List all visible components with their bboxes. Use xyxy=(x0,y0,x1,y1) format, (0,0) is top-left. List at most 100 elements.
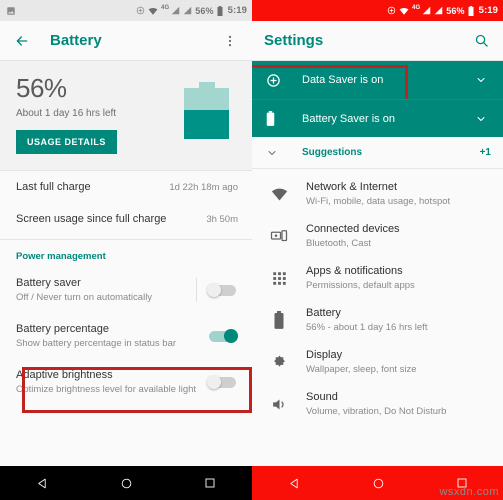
location-icon xyxy=(387,6,396,15)
settings-item-texts: Battery 56% - about 1 day 16 hrs left xyxy=(306,306,427,334)
nav-home-icon[interactable] xyxy=(120,477,133,490)
list-item-subtitle: Show battery percentage in status bar xyxy=(16,338,177,349)
left-nav-bar xyxy=(0,466,252,500)
section-title-power-management: Power management xyxy=(16,251,106,262)
cast-icon xyxy=(268,225,290,247)
battery-stats-list: Last full charge 1d 22h 18m ago Screen u… xyxy=(0,171,252,235)
settings-list: Network & Internet Wi-Fi, mobile, data u… xyxy=(252,169,503,425)
settings-item-subtitle: 56% - about 1 day 16 hrs left xyxy=(306,322,428,333)
left-content: 56% About 1 day 16 hrs left USAGE DETAIL… xyxy=(0,61,252,466)
table-row[interactable]: Screen usage since full charge 3h 50m xyxy=(0,203,252,235)
suggestions-label: Suggestions xyxy=(302,147,363,158)
dual-phone-screenshot: 4G 56% 5:19 Battery 56% About 1 day 16 h… xyxy=(0,0,503,500)
settings-item-texts: Sound Volume, vibration, Do Not Disturb xyxy=(306,390,446,418)
battery-graphic-fill xyxy=(184,110,229,139)
battery-saver-toggle[interactable] xyxy=(207,283,238,297)
settings-item-subtitle: Volume, vibration, Do Not Disturb xyxy=(306,406,447,417)
chevron-down-icon[interactable] xyxy=(471,70,491,90)
nav-back-icon[interactable] xyxy=(36,477,49,490)
battery-icon xyxy=(268,309,290,331)
list-item-title: Battery saver xyxy=(16,277,81,289)
location-icon xyxy=(136,6,145,15)
settings-item-title: Apps & notifications xyxy=(306,265,403,277)
list-item-battery-saver[interactable]: Battery saver Off / Never turn on automa… xyxy=(0,267,252,313)
stat-label: Screen usage since full charge xyxy=(16,213,167,225)
settings-item-display[interactable]: Display Wallpaper, sleep, font size xyxy=(252,341,503,383)
more-vert-icon[interactable] xyxy=(220,31,240,51)
settings-item-apps-notifications[interactable]: Apps & notifications Permissions, defaul… xyxy=(252,257,503,299)
network-type-label: 4G xyxy=(412,4,421,11)
chevron-down-icon[interactable] xyxy=(266,147,286,159)
settings-item-battery[interactable]: Battery 56% - about 1 day 16 hrs left xyxy=(252,299,503,341)
nav-home-icon[interactable] xyxy=(372,477,385,490)
page-title: Battery xyxy=(50,32,102,49)
settings-item-connected-devices[interactable]: Connected devices Bluetooth, Cast xyxy=(252,215,503,257)
search-icon[interactable] xyxy=(471,31,491,51)
settings-item-texts: Apps & notifications Permissions, defaul… xyxy=(306,264,415,292)
settings-item-texts: Network & Internet Wi-Fi, mobile, data u… xyxy=(306,180,450,208)
list-item-subtitle: Off / Never turn on automatically xyxy=(16,292,153,303)
stat-label: Last full charge xyxy=(16,181,91,193)
wifi-icon xyxy=(268,183,290,205)
switch-divider xyxy=(196,278,197,302)
battery-percent-label: 56% xyxy=(446,5,465,16)
apps-grid-icon xyxy=(268,267,290,289)
chevron-down-icon[interactable] xyxy=(471,109,491,129)
suggestions-count-badge: +1 xyxy=(479,147,491,158)
stat-value: 1d 22h 18m ago xyxy=(169,181,238,193)
battery-percentage-toggle[interactable] xyxy=(207,329,238,343)
right-nav-bar: wsxdn.com xyxy=(252,466,503,500)
settings-item-network-internet[interactable]: Network & Internet Wi-Fi, mobile, data u… xyxy=(252,173,503,215)
battery-percent-label: 56% xyxy=(195,5,214,16)
banner-group: Data Saver is on Battery Saver is on xyxy=(252,61,503,137)
settings-item-sound[interactable]: Sound Volume, vibration, Do Not Disturb xyxy=(252,383,503,425)
settings-item-title: Battery xyxy=(306,307,341,319)
battery-icon xyxy=(266,111,286,126)
brightness-icon xyxy=(268,351,290,373)
data-saver-icon xyxy=(266,73,286,88)
banner-battery-saver[interactable]: Battery Saver is on xyxy=(252,99,503,137)
suggestions-header[interactable]: Suggestions +1 xyxy=(252,137,503,169)
signal-icon xyxy=(171,6,180,15)
list-item-battery-percentage[interactable]: Battery percentage Show battery percenta… xyxy=(0,313,252,359)
battery-graphic-body xyxy=(184,88,229,139)
usage-details-button[interactable]: USAGE DETAILS xyxy=(16,130,117,154)
signal-icon xyxy=(422,6,431,15)
status-bar-system-icons-right: 4G 56% 5:19 xyxy=(387,5,498,16)
settings-item-title: Display xyxy=(306,349,343,361)
table-row[interactable]: Last full charge 1d 22h 18m ago xyxy=(0,171,252,203)
battery-icon xyxy=(468,5,474,16)
settings-item-subtitle: Permissions, default apps xyxy=(306,280,415,291)
battery-icon xyxy=(217,5,223,16)
nav-back-icon[interactable] xyxy=(288,477,301,490)
volume-icon xyxy=(268,393,290,415)
settings-item-texts: Connected devices Bluetooth, Cast xyxy=(306,222,400,250)
page-title: Settings xyxy=(264,32,324,49)
list-item-adaptive-brightness[interactable]: Adaptive brightness Optimize brightness … xyxy=(0,359,252,405)
list-item-title: Adaptive brightness xyxy=(16,369,113,381)
battery-graphic xyxy=(184,82,229,139)
back-arrow-icon[interactable] xyxy=(12,31,32,51)
adaptive-brightness-toggle[interactable] xyxy=(207,375,238,389)
left-status-bar: 4G 56% 5:19 xyxy=(0,0,252,21)
signal-icon xyxy=(434,6,443,15)
status-bar-system-icons: 4G 56% 5:19 xyxy=(136,5,247,16)
stat-value: 3h 50m xyxy=(206,213,238,225)
right-phone-settings-screen: 4G 56% 5:19 Settings Data Saver is on Ba… xyxy=(252,0,503,500)
nav-recents-icon[interactable] xyxy=(204,477,216,489)
settings-item-texts: Display Wallpaper, sleep, font size xyxy=(306,348,417,376)
toggle-knob xyxy=(207,375,221,389)
power-management-list: Battery saver Off / Never turn on automa… xyxy=(0,267,252,405)
right-content: Data Saver is on Battery Saver is on Sug… xyxy=(252,61,503,466)
battery-summary-card: 56% About 1 day 16 hrs left USAGE DETAIL… xyxy=(0,61,252,171)
watermark-label: wsxdn.com xyxy=(439,486,499,498)
banner-data-saver[interactable]: Data Saver is on xyxy=(252,61,503,105)
settings-item-title: Network & Internet xyxy=(306,181,398,193)
left-app-bar: Battery xyxy=(0,21,252,61)
toggle-knob xyxy=(224,329,238,343)
list-item-subtitle: Optimize brightness level for available … xyxy=(16,384,197,395)
wifi-icon xyxy=(148,6,158,16)
settings-item-subtitle: Wi-Fi, mobile, data usage, hotspot xyxy=(306,196,451,207)
right-status-bar: 4G 56% 5:19 xyxy=(252,0,503,21)
left-phone-battery-screen: 4G 56% 5:19 Battery 56% About 1 day 16 h… xyxy=(0,0,252,500)
